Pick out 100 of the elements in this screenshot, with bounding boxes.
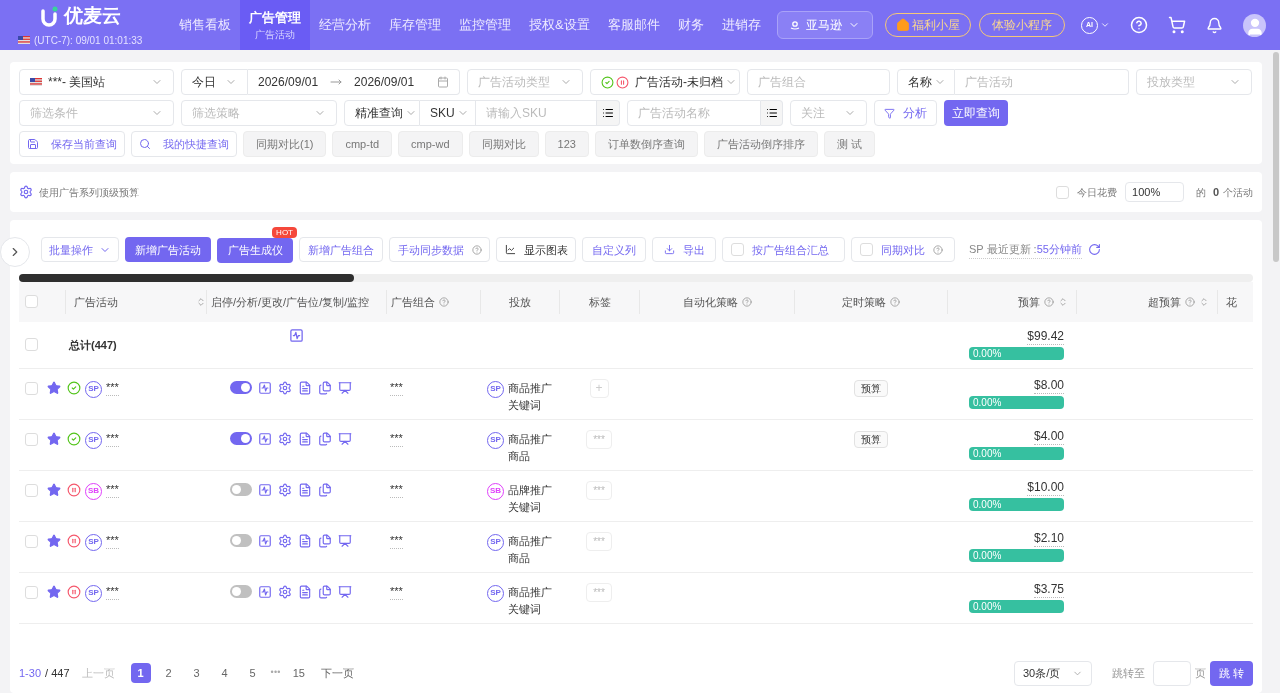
period-select[interactable]: 今日	[181, 69, 248, 95]
page-number[interactable]: 5	[242, 663, 263, 683]
match-select[interactable]: 精准查询	[344, 100, 420, 126]
page-size-select[interactable]: 30条/页	[1014, 660, 1092, 686]
jump-button[interactable]: 跳 转	[1210, 660, 1253, 686]
column-header: 定时策略	[794, 289, 947, 314]
sku-field[interactable]: 请输入SKU	[476, 100, 597, 126]
saved-query-chip[interactable]: 123	[544, 131, 589, 157]
sync-data-button[interactable]: 手动同步数据	[389, 237, 490, 263]
saved-query-chip[interactable]: 订单数倒序查询	[594, 131, 698, 157]
budget-usage-bar: 0.00%	[969, 447, 1064, 461]
custom-columns-button[interactable]: 自定义列	[582, 237, 646, 263]
budget-usage-bar: 0.00%	[969, 549, 1064, 563]
show-chart-button[interactable]: 显示图表	[496, 237, 576, 263]
new-campaign-button[interactable]: 新增广告活动	[125, 237, 211, 263]
saved-query-chip[interactable]: cmp-wd	[398, 131, 463, 157]
export-button[interactable]: 导出	[652, 237, 716, 263]
sku-field-select[interactable]: SKU	[420, 100, 476, 126]
store-select[interactable]: ***- 美国站	[19, 69, 174, 95]
platform-selector[interactable]: 亚马逊	[777, 11, 873, 39]
targeting-type: 商品推广 商品	[508, 431, 552, 464]
campaign-name-field[interactable]: 广告活动名称	[627, 100, 761, 126]
nav-tab[interactable]: 授权&设置	[520, 0, 599, 50]
budget-amount: $4.00	[1033, 429, 1064, 446]
budget-usage-bar: 0.00%	[969, 347, 1064, 361]
date-range-field[interactable]: 2026/09/01 2026/09/01	[248, 69, 460, 95]
budget-usage-bar: 0.00%	[969, 498, 1064, 512]
group-summary-toggle[interactable]: 按广告组合汇总	[722, 237, 845, 263]
page-number[interactable]: 15	[288, 663, 309, 683]
column-header: 自动化策略	[639, 289, 794, 314]
nav-tab[interactable]: 经营分析	[310, 0, 380, 50]
column-header: 广告组合	[386, 289, 480, 314]
page-unit-label: 页	[1195, 665, 1206, 681]
budget-amount: $10.00	[1027, 480, 1064, 497]
column-header: 预算	[947, 289, 1076, 314]
timezone-clock: (UTC-7): 09/01 01:01:33	[34, 33, 143, 48]
ad-group-name[interactable]: ***	[390, 431, 403, 447]
jump-label: 跳转至	[1112, 665, 1145, 681]
saved-query-chip[interactable]: cmp-td	[332, 131, 393, 157]
save-query-button[interactable]: 保存当前查询	[19, 131, 125, 157]
campaign-name[interactable]: ***	[106, 482, 119, 498]
column-header: 启停/分析/更改/广告位/复制/监控	[206, 289, 386, 314]
campaign-name[interactable]: ***	[106, 584, 119, 600]
budget-amount: $8.00	[1033, 378, 1064, 395]
batch-actions-button[interactable]: 批量操作	[41, 237, 119, 263]
campaign-name[interactable]: ***	[106, 380, 119, 396]
compare-toggle[interactable]: 同期对比	[851, 237, 955, 263]
page-number[interactable]: 1	[130, 663, 151, 683]
saved-query-chip[interactable]: 同期对比	[468, 131, 539, 157]
ad-group-field[interactable]: 广告组合	[747, 69, 890, 95]
column-header: 标签	[559, 289, 639, 314]
budget-amount: $3.75	[1033, 582, 1064, 599]
targeting-type: 品牌推广 关键词	[508, 482, 552, 515]
nav-tab[interactable]: 监控管理	[450, 0, 520, 50]
ad-group-name[interactable]: ***	[390, 380, 403, 396]
query-button[interactable]: 立即查询	[944, 100, 1008, 126]
nav-tab[interactable]: 进销存	[712, 0, 770, 50]
saved-query-chip[interactable]: 广告活动倒序排序	[703, 131, 818, 157]
page-number[interactable]: 4	[214, 663, 235, 683]
record-range: 1-30	[19, 665, 42, 681]
new-ad-group-button[interactable]: 新增广告组合	[299, 237, 383, 263]
budget-usage-bar: 0.00%	[969, 600, 1064, 614]
record-total: / 447	[45, 665, 70, 681]
total-label: 总计(447)	[69, 337, 117, 353]
ad-generator-button[interactable]: 广告生成仪	[217, 237, 293, 263]
search-field-select[interactable]: 名称	[897, 69, 955, 95]
column-header: 投放	[480, 289, 559, 314]
page-ellipsis: •••	[270, 666, 281, 680]
saved-query-chip[interactable]: 测 试	[823, 131, 875, 157]
budget-amount: $2.10	[1033, 531, 1064, 548]
next-page-link[interactable]: 下一页	[320, 664, 354, 682]
status-select[interactable]: 广告活动-未归档	[590, 69, 740, 95]
schedule-tag: 预算	[853, 379, 888, 397]
saved-query-chip[interactable]: 同期对比(1)	[243, 131, 327, 157]
analyze-button[interactable]: 分析	[874, 100, 937, 126]
nav-tab[interactable]: 客服邮件	[598, 0, 669, 50]
campaign-count-text: 的 0 个活动	[1196, 184, 1253, 200]
campaign-name[interactable]: ***	[106, 533, 119, 549]
nav-tab[interactable]: 广告管理 广告活动	[240, 0, 310, 50]
budget-amount: $99.42	[1027, 329, 1064, 346]
ad-group-name[interactable]: ***	[390, 584, 403, 600]
nav-tab[interactable]: 销售看板	[170, 0, 240, 50]
nav-tab[interactable]: 库存管理	[380, 0, 450, 50]
campaign-name[interactable]: ***	[106, 431, 119, 447]
schedule-tag: 预算	[853, 430, 888, 448]
campaign-search-field[interactable]: 广告活动	[955, 69, 1129, 95]
my-queries-button[interactable]: 我的快捷查询	[131, 131, 237, 157]
percent-field[interactable]: 100%	[1125, 182, 1185, 202]
nav-tab[interactable]: 财务	[668, 0, 713, 50]
column-header: 超预算	[1076, 289, 1217, 314]
targeting-type: 商品推广 商品	[508, 533, 552, 566]
budget-setting-label: 使用广告系列顶级预算	[39, 185, 139, 200]
hot-badge: HOT	[272, 227, 297, 238]
page-number[interactable]: 3	[186, 663, 207, 683]
ad-group-name[interactable]: ***	[390, 482, 403, 498]
budget-usage-bar: 0.00%	[969, 396, 1064, 410]
ad-group-name[interactable]: ***	[390, 533, 403, 549]
targeting-type: 商品推广 关键词	[508, 584, 552, 617]
page-number[interactable]: 2	[158, 663, 179, 683]
column-header: 广告活动	[65, 289, 206, 314]
